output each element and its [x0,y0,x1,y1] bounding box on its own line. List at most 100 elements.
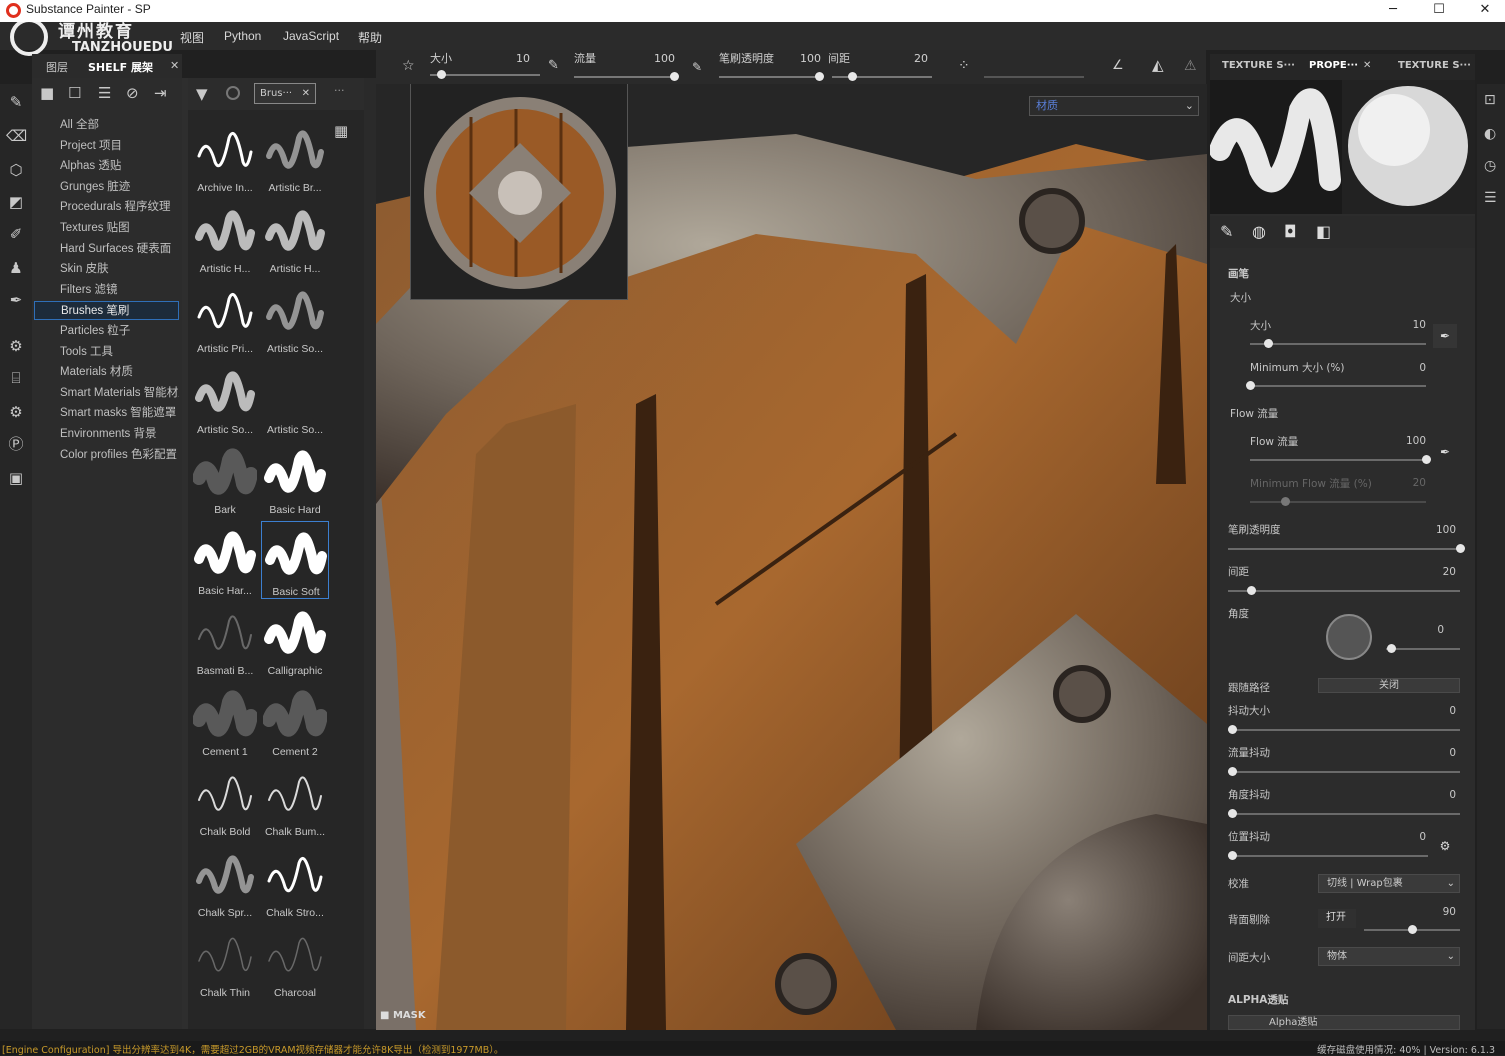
3d-viewport[interactable]: 材质 ⌄ ■ MASK [376,84,1207,1030]
spacing-size-select[interactable]: 物体 ⌄ [1318,947,1460,966]
brush-item[interactable]: Archive In... [191,118,259,196]
log-icon[interactable]: ☰ [1484,190,1497,206]
smudge-icon[interactable]: ✐ [6,224,26,244]
min-size-knob[interactable] [1246,381,1255,390]
pen-pressure-icon[interactable]: ✎ [548,58,559,73]
category-item[interactable]: Procedurals 程序纹理 [34,198,179,217]
spacing-slider[interactable] [1228,590,1460,592]
size-jitter-value[interactable]: 0 [1416,705,1456,717]
tab-texture-set-settings[interactable]: TEXTURE S··· [1398,60,1471,71]
filter-chip[interactable]: Brus··· ✕ [254,83,316,104]
size-slider[interactable] [1250,343,1426,345]
size-knob[interactable] [1263,339,1273,348]
flow-pressure-icon[interactable]: ✒ [1433,440,1457,464]
angle-jitter-slider[interactable] [1228,813,1460,815]
viewer-settings-icon[interactable]: ◐ [1484,126,1496,142]
brush-item[interactable]: Artistic Pri... [191,279,259,357]
category-item[interactable]: Hard Surfaces 硬表面 [34,240,179,259]
spacing-knob[interactable] [1247,586,1257,595]
material-tab-icon[interactable]: ◍ [1252,222,1266,241]
tab-texture-set-list[interactable]: TEXTURE S··· [1222,60,1295,71]
folder-icon[interactable]: ■ [40,84,54,102]
min-size-slider[interactable] [1250,385,1426,387]
clone-stamp-icon[interactable]: ♟ [6,258,26,278]
tab-properties[interactable]: PROPE··· [1309,60,1358,71]
brush-item[interactable]: Charcoal [261,923,329,1001]
brush-item[interactable]: Cement 1 [191,682,259,760]
opacity-slider[interactable] [1228,548,1460,550]
menu-javascript[interactable]: JavaScript [283,29,339,43]
toolbar-flow-value[interactable]: 100 [654,52,675,65]
category-item[interactable]: Materials 材质 [34,363,179,382]
lazy-mouse-icon[interactable]: ⁘ [958,58,970,74]
alignment-select[interactable]: 切线 | Wrap包裹 ⌄ [1318,874,1460,893]
brush-item[interactable]: Chalk Spr... [191,843,259,921]
hide-icon[interactable]: ⊘ [126,84,139,102]
position-jitter-value[interactable]: 0 [1386,831,1426,843]
category-item[interactable]: Smart masks 智能遮罩 [34,404,179,423]
brush-item[interactable]: Basic Hard [261,440,329,518]
library-icon[interactable]: ☰ [98,84,111,102]
toolbar-flow-slider[interactable] [574,76,674,78]
size-pressure-icon[interactable]: ✒ [1433,324,1457,348]
toolbar-size-knob[interactable] [437,70,446,79]
brush-item[interactable]: Chalk Bold [191,762,259,840]
angle-value[interactable]: 0 [1404,624,1444,636]
category-item[interactable]: Particles 粒子 [34,322,179,341]
flow-pressure-icon[interactable]: ✎ [692,60,702,74]
brush-item[interactable]: Chalk Thin [191,923,259,1001]
angle-jitter-knob[interactable] [1228,809,1237,818]
shelf-tab-close-icon[interactable]: ✕ [170,59,179,72]
opacity-value[interactable]: 100 [1416,524,1456,536]
close-button[interactable]: ✕ [1462,0,1505,22]
alpha-tab-icon[interactable]: ◘ [1284,222,1297,241]
size-group-label[interactable]: 大小 [1230,290,1251,305]
angle-icon[interactable]: ∠ [1112,58,1124,73]
backface-toggle[interactable]: 打开 [1318,909,1356,928]
category-item[interactable]: Textures 贴图 [34,219,179,238]
mirror-icon[interactable]: ◭ [1152,56,1164,74]
toolbar-flow-knob[interactable] [670,72,679,81]
polygon-fill-icon[interactable]: ◩ [6,192,26,212]
screenshot-icon[interactable]: ▣ [6,468,26,488]
category-item[interactable]: Brushes 笔刷 [34,301,179,321]
grid-view-icon[interactable]: ▦ [334,122,348,140]
size-jitter-slider[interactable] [1228,729,1460,731]
maximize-button[interactable]: ☐ [1416,0,1462,22]
jitter-settings-gear-icon[interactable]: ⚙ [1433,834,1457,858]
new-folder-icon[interactable]: ☐ [68,84,81,102]
brush-item[interactable]: Basic Har... [191,521,259,599]
toolbar-opacity-value[interactable]: 100 [800,52,821,65]
category-item[interactable]: All 全部 [34,116,179,135]
history-icon[interactable]: ◷ [1484,158,1496,174]
follow-path-toggle[interactable]: 关闭 [1318,678,1460,693]
brush-item[interactable]: Cement 2 [261,682,329,760]
shelf-scrollbar[interactable] [364,78,376,1029]
brush-item[interactable]: Chalk Bum... [261,762,329,840]
flow-knob[interactable] [1422,455,1431,464]
mirror-axis-icon[interactable]: ⚠ [1184,58,1197,74]
brush-item[interactable]: Artistic So... [261,360,329,438]
backface-angle-value[interactable]: 90 [1416,906,1456,918]
category-item[interactable]: Grunges 脏迹 [34,178,179,197]
flow-jitter-knob[interactable] [1228,767,1237,776]
paint-brush-icon[interactable]: ✎ [6,92,26,112]
opacity-knob[interactable] [1456,544,1465,553]
projection-icon[interactable]: ⬡ [6,160,26,180]
category-item[interactable]: Project 项目 [34,137,179,156]
menu-python[interactable]: Python [224,29,261,43]
position-jitter-knob[interactable] [1228,851,1237,860]
import-icon[interactable]: ⇥ [154,84,167,102]
min-size-value[interactable]: 0 [1386,362,1426,374]
brush-item[interactable]: Artistic Br... [261,118,329,196]
position-jitter-slider[interactable] [1228,855,1428,857]
export-icon[interactable]: ⌸ [6,368,26,388]
category-item[interactable]: Environments 背景 [34,425,179,444]
eraser-icon[interactable]: ⌫ [6,126,27,146]
brush-item[interactable]: Chalk Stro... [261,843,329,921]
flow-jitter-value[interactable]: 0 [1416,747,1456,759]
brush-item[interactable]: Artistic H... [191,199,259,277]
category-item[interactable]: Color profiles 色彩配置 [34,446,179,465]
toolbar-opacity-slider[interactable] [719,76,819,78]
backface-knob[interactable] [1408,925,1417,934]
